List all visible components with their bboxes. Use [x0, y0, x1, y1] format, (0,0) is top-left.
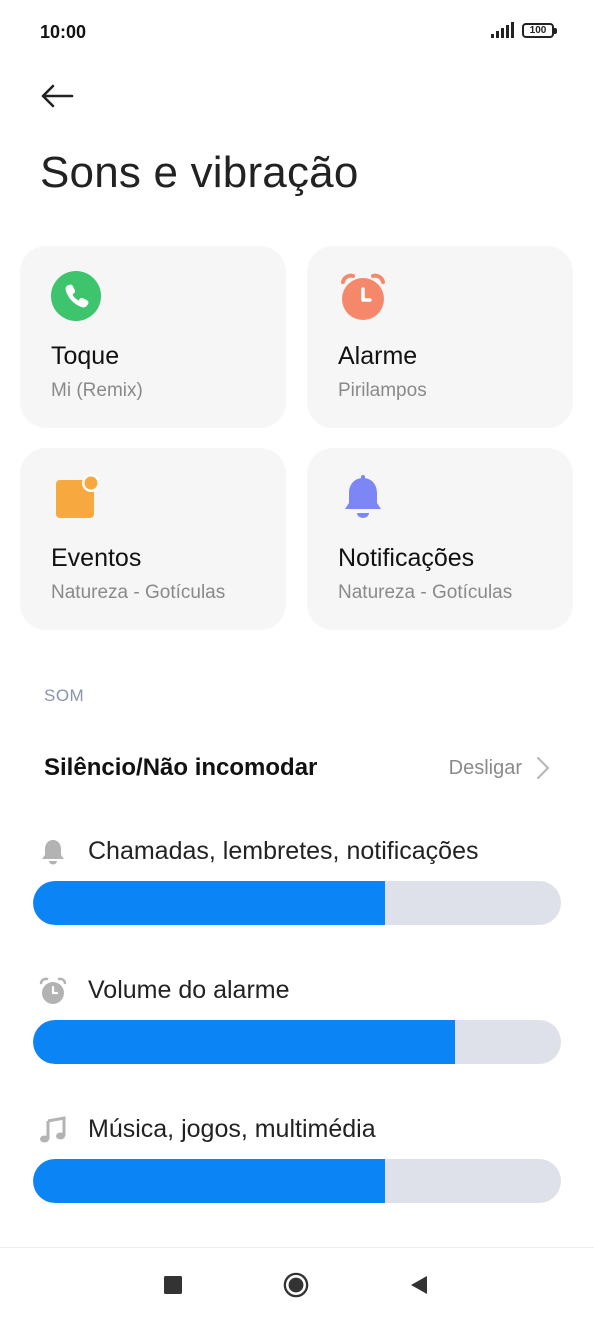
- card-title: Alarme: [338, 342, 418, 370]
- bell-icon: [42, 840, 64, 865]
- status-bar: 10:00 100: [0, 0, 594, 64]
- card-subtitle: Natureza - Gotículas: [51, 582, 226, 603]
- volume-slider-alarm[interactable]: [33, 1020, 561, 1064]
- dnd-row[interactable]: Silêncio/Não incomodar Desligar: [0, 738, 594, 798]
- chevron-right-icon: [537, 757, 549, 779]
- music-note-icon: [40, 1116, 66, 1143]
- home-button[interactable]: [283, 1272, 309, 1298]
- navigation-bar: [0, 1247, 594, 1321]
- slider-fill: [33, 1159, 386, 1203]
- volume-slider-calls[interactable]: [33, 881, 561, 925]
- slider-fill: [33, 881, 386, 925]
- back-arrow-icon: [41, 84, 74, 108]
- calendar-event-icon: [56, 474, 100, 518]
- bell-icon: [345, 475, 381, 518]
- volume-label: Música, jogos, multimédia: [88, 1115, 376, 1143]
- slider-fill: [33, 1020, 456, 1064]
- volume-slider-media[interactable]: [33, 1159, 561, 1203]
- home-circle-icon: [283, 1272, 309, 1298]
- status-time: 10:00: [40, 22, 87, 42]
- recents-button[interactable]: [160, 1272, 186, 1298]
- signal-icon: [491, 22, 514, 38]
- card-alarm[interactable]: Alarme Pirilampos: [307, 246, 573, 428]
- volume-label: Volume do alarme: [88, 976, 290, 1004]
- card-subtitle: Pirilampos: [338, 380, 427, 401]
- dnd-value: Desligar: [448, 757, 522, 779]
- card-subtitle: Mi (Remix): [51, 380, 143, 401]
- card-subtitle: Natureza - Gotículas: [338, 582, 513, 603]
- card-title: Eventos: [51, 544, 142, 572]
- status-icons: 100: [491, 22, 557, 38]
- section-label-sound: SOM: [44, 686, 85, 705]
- dnd-title: Silêncio/Não incomodar: [44, 754, 318, 781]
- card-title: Notificações: [338, 544, 475, 572]
- phone-icon: [51, 271, 101, 321]
- triangle-back-icon: [411, 1276, 427, 1294]
- page-title: Sons e vibração: [40, 148, 359, 197]
- square-icon: [164, 1276, 182, 1294]
- back-nav-button[interactable]: [406, 1272, 432, 1298]
- battery-icon: 100: [522, 22, 557, 38]
- card-ringtone[interactable]: Toque Mi (Remix): [20, 246, 286, 428]
- volume-label: Chamadas, lembretes, notificações: [88, 837, 479, 865]
- card-events[interactable]: Eventos Natureza - Gotículas: [20, 448, 286, 630]
- battery-level: 100: [529, 24, 547, 36]
- card-notifications[interactable]: Notificações Natureza - Gotículas: [307, 448, 573, 630]
- alarm-clock-icon: [341, 273, 385, 320]
- alarm-clock-icon: [39, 977, 67, 1004]
- card-title: Toque: [51, 342, 120, 370]
- back-button[interactable]: [40, 72, 88, 120]
